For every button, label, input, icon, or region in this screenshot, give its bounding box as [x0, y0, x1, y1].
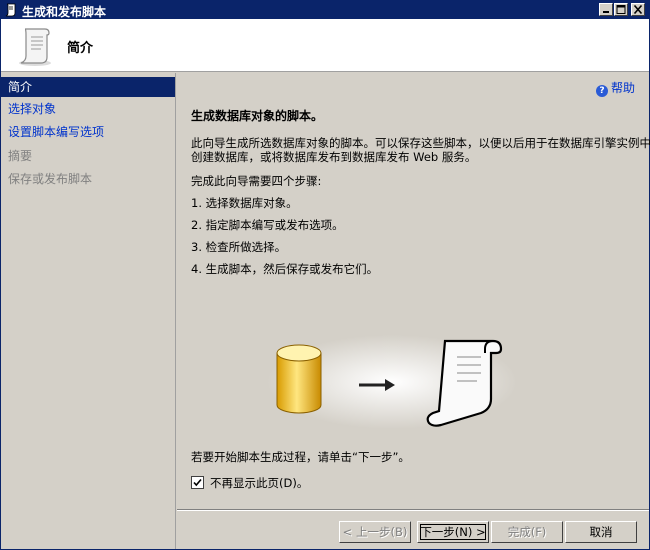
database-icon — [276, 344, 322, 414]
wizard-illustration — [267, 335, 517, 429]
minimize-button[interactable] — [599, 3, 613, 16]
dont-show-again-checkbox[interactable] — [191, 476, 204, 489]
wizard-nav: 简介 选择对象 设置脚本编写选项 摘要 保存或发布脚本 — [1, 73, 176, 549]
nav-item-summary: 摘要 — [8, 149, 33, 163]
maximize-icon — [616, 5, 626, 14]
title-bar[interactable]: 生成和发布脚本 — [1, 1, 649, 19]
close-icon — [633, 5, 643, 14]
nav-item-introduction[interactable]: 简介 — [1, 77, 175, 97]
help-link[interactable]: ? 帮助 — [595, 79, 635, 97]
maximize-button[interactable] — [614, 3, 628, 16]
main-panel: ? 帮助 生成数据库对象的脚本。 此向导生成所选数据库对象的脚本。可以保存这些脚本… — [177, 73, 650, 509]
finish-button[interactable]: 完成(F) — [491, 521, 563, 543]
bottom-divider — [177, 509, 649, 511]
window-title: 生成和发布脚本 — [22, 5, 107, 19]
close-button[interactable] — [631, 3, 645, 16]
help-icon: ? — [595, 85, 608, 97]
back-button[interactable]: < 上一步(B) — [339, 521, 411, 543]
dont-show-again-label: 不再显示此页(D)。 — [210, 476, 309, 490]
checkmark-icon — [193, 478, 202, 487]
app-scroll-icon — [4, 3, 18, 17]
nav-item-scripting-options[interactable]: 设置脚本编写选项 — [1, 122, 175, 142]
content-title: 生成数据库对象的脚本。 — [191, 109, 324, 123]
step-item: 3. 检查所做选择。 — [191, 240, 287, 254]
cancel-button[interactable]: 取消 — [565, 521, 637, 543]
steps-heading: 完成此向导需要四个步骤: — [191, 174, 322, 188]
page-title: 简介 — [67, 41, 94, 56]
intro-text-line2: 创建数据库，或将数据库发布到数据库发布 Web 服务。 — [191, 150, 477, 164]
start-hint: 若要开始脚本生成过程，请单击“下一步”。 — [191, 450, 410, 464]
wizard-window: 生成和发布脚本 简介 简介 选择对象 设置脚本编写选项 摘要 保存或发布脚本 ?… — [0, 0, 650, 550]
wizard-header: 简介 — [1, 19, 649, 72]
minimize-icon — [603, 11, 609, 13]
step-item: 1. 选择数据库对象。 — [191, 196, 298, 210]
step-item: 2. 指定脚本编写或发布选项。 — [191, 218, 344, 232]
nav-item-save-or-publish: 保存或发布脚本 — [8, 172, 93, 186]
scroll-icon — [15, 25, 55, 67]
nav-item-choose-objects[interactable]: 选择对象 — [1, 99, 175, 119]
step-item: 4. 生成脚本，然后保存或发布它们。 — [191, 262, 379, 276]
dont-show-again-row[interactable]: 不再显示此页(D)。 — [191, 475, 308, 491]
next-button[interactable]: 下一步(N) > — [417, 521, 489, 543]
help-label: 帮助 — [610, 81, 635, 95]
